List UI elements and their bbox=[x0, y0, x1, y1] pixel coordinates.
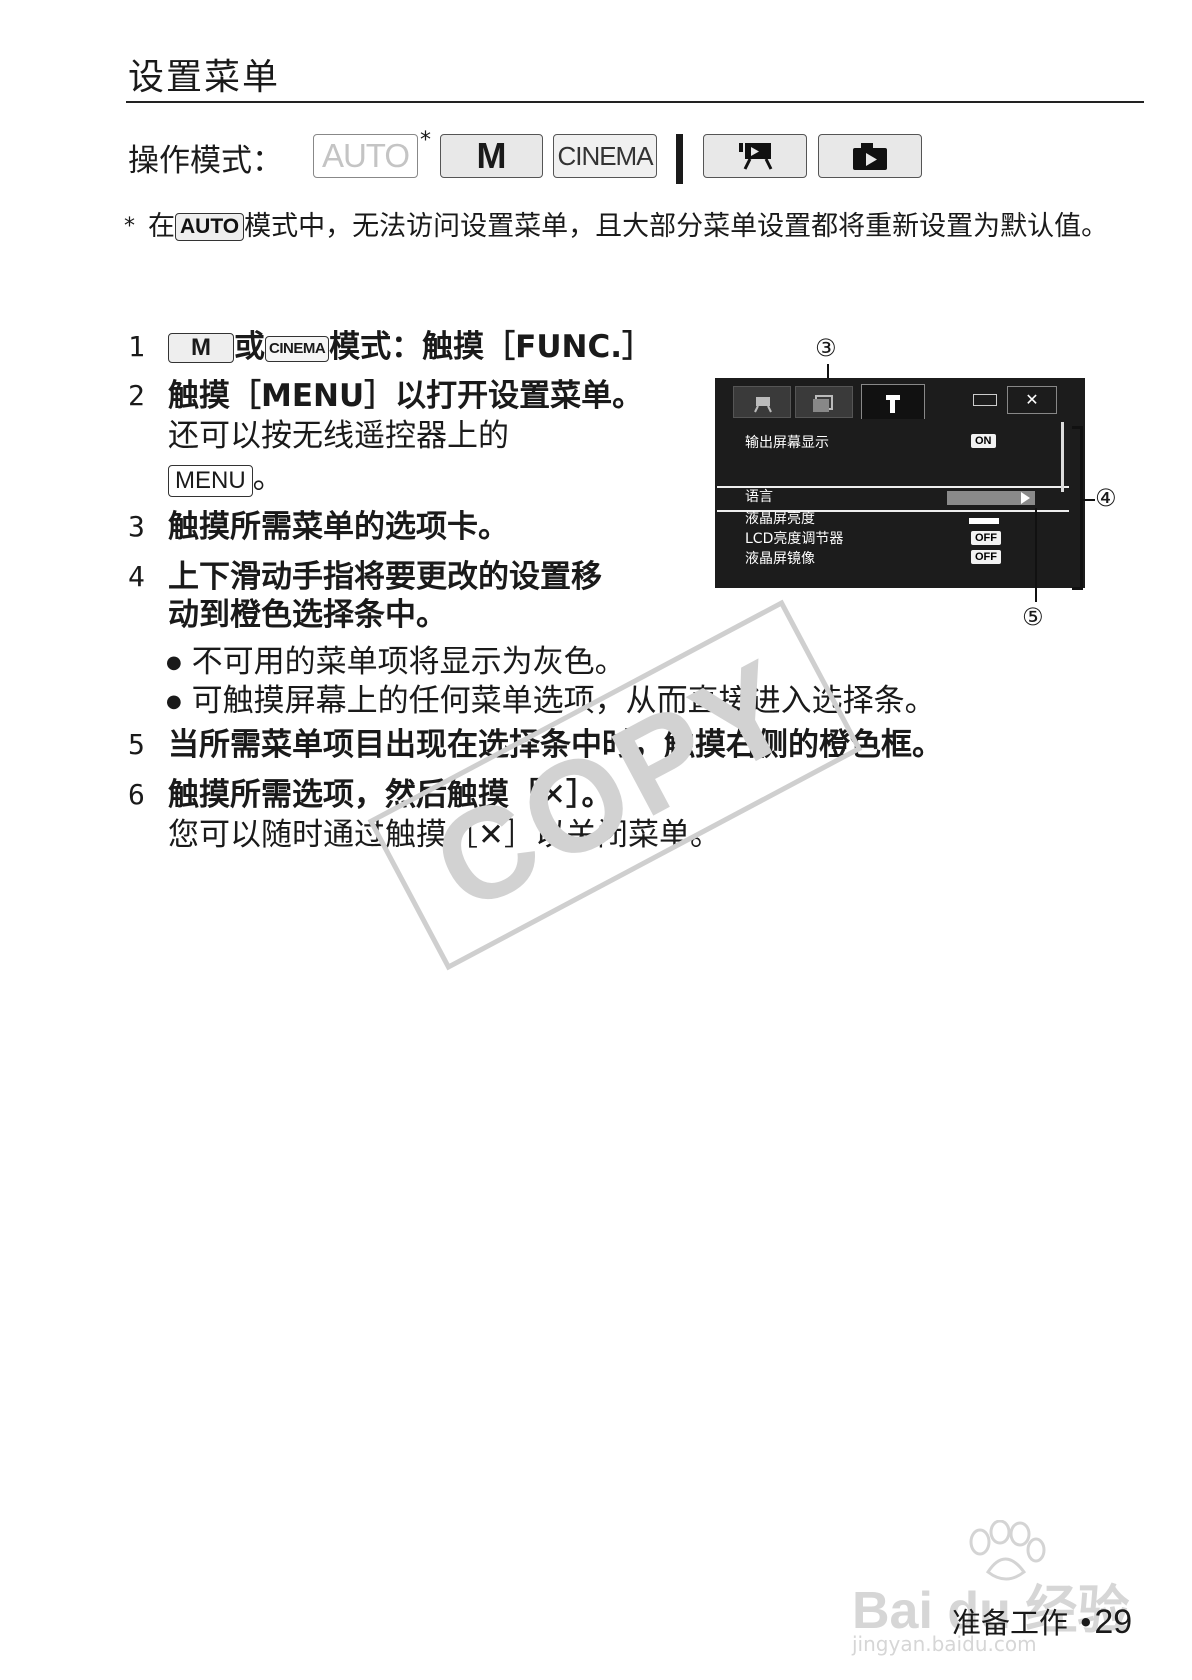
step-number: 6 bbox=[128, 778, 145, 811]
battery-icon bbox=[973, 394, 997, 406]
step-number: 1 bbox=[128, 330, 145, 363]
screen-item: 液晶屏亮度 bbox=[745, 511, 815, 527]
step-4-text: 上下滑动手指将要更改的设置移 bbox=[168, 559, 602, 595]
scroll-bracket bbox=[1072, 426, 1083, 590]
cinema-key-icon: CINEMA bbox=[265, 336, 330, 362]
brightness-bar bbox=[969, 518, 999, 524]
footnote-before: 在 bbox=[148, 211, 175, 242]
step-2-sub-end: 。 bbox=[252, 460, 284, 496]
screen-item: 输出屏幕显示 bbox=[745, 435, 829, 451]
video-mode-icon bbox=[703, 134, 807, 178]
page-footer: 准备工作 •29 bbox=[952, 1600, 1132, 1642]
title-rule bbox=[126, 101, 1144, 103]
bullet-mark: ● bbox=[166, 691, 182, 712]
step-1-text: 模式：触摸［FUNC.］ bbox=[329, 329, 653, 365]
mode-cinema-icon: CINEMA bbox=[553, 134, 657, 178]
step-number: 2 bbox=[128, 379, 145, 412]
modes-label: 操作模式： bbox=[128, 143, 283, 179]
close-button-icon: ✕ bbox=[1007, 386, 1057, 414]
auto-key-icon: AUTO bbox=[175, 213, 245, 241]
step-1-or: 或 bbox=[234, 329, 265, 365]
mode-separator bbox=[676, 134, 683, 184]
page-title: 设置菜单 bbox=[128, 57, 281, 98]
footer-section: 准备工作 bbox=[952, 1606, 1069, 1640]
callout-5-line bbox=[1035, 508, 1037, 602]
footnote-asterisk: * bbox=[124, 214, 135, 239]
page-number: 29 bbox=[1094, 1603, 1133, 1641]
screen-item: 液晶屏镜像 bbox=[745, 551, 815, 567]
screen-value: OFF bbox=[971, 550, 1001, 564]
mode-m-icon: M bbox=[440, 134, 543, 178]
menu-key-icon: MENU bbox=[168, 465, 253, 497]
menu-tabbar: ✕ bbox=[715, 378, 1085, 420]
photo-mode-icon bbox=[818, 134, 922, 178]
menu-screen-illustration: ✕ 输出屏幕显示 ON 语言 液晶屏亮度 LCD亮度调节器 OFF 液晶屏镜像 … bbox=[715, 378, 1085, 588]
callout-4-line bbox=[1083, 499, 1095, 501]
step-4-text-2: 动到橙色选择条中。 bbox=[168, 597, 447, 633]
multi-tab-icon bbox=[795, 386, 853, 418]
step-3-text: 触摸所需菜单的选项卡。 bbox=[168, 509, 509, 545]
setup-tab-wrench-icon bbox=[861, 384, 925, 419]
arrow-right-icon bbox=[1021, 492, 1030, 504]
step-2-text: 触摸［MENU］以打开设置菜单。 bbox=[168, 378, 644, 414]
mode-asterisk: * bbox=[420, 128, 431, 153]
bullet-mark: ● bbox=[166, 652, 182, 673]
callout-5: ⑤ bbox=[1022, 603, 1044, 631]
screen-item: 语言 bbox=[745, 489, 773, 505]
screen-value: ON bbox=[971, 434, 996, 448]
callout-3: ③ bbox=[815, 334, 837, 362]
screen-value: OFF bbox=[971, 531, 1001, 545]
footer-separator: • bbox=[1077, 1606, 1095, 1640]
footnote-text: 模式中，无法访问设置菜单，且大部分菜单设置都将重新设置为默认值。 bbox=[244, 211, 1109, 242]
step-number: 5 bbox=[128, 728, 145, 761]
step-number: 3 bbox=[128, 510, 145, 543]
mode-auto-icon: AUTO bbox=[313, 134, 418, 178]
callout-4: ④ bbox=[1095, 484, 1117, 512]
screen-item: LCD亮度调节器 bbox=[745, 531, 844, 547]
movie-tab-icon bbox=[733, 386, 791, 418]
step-number: 4 bbox=[128, 560, 145, 593]
m-mode-key-icon: M bbox=[168, 333, 234, 363]
scrollbar bbox=[1061, 422, 1064, 492]
step-2-sub: 还可以按无线遥控器上的 bbox=[168, 418, 509, 454]
